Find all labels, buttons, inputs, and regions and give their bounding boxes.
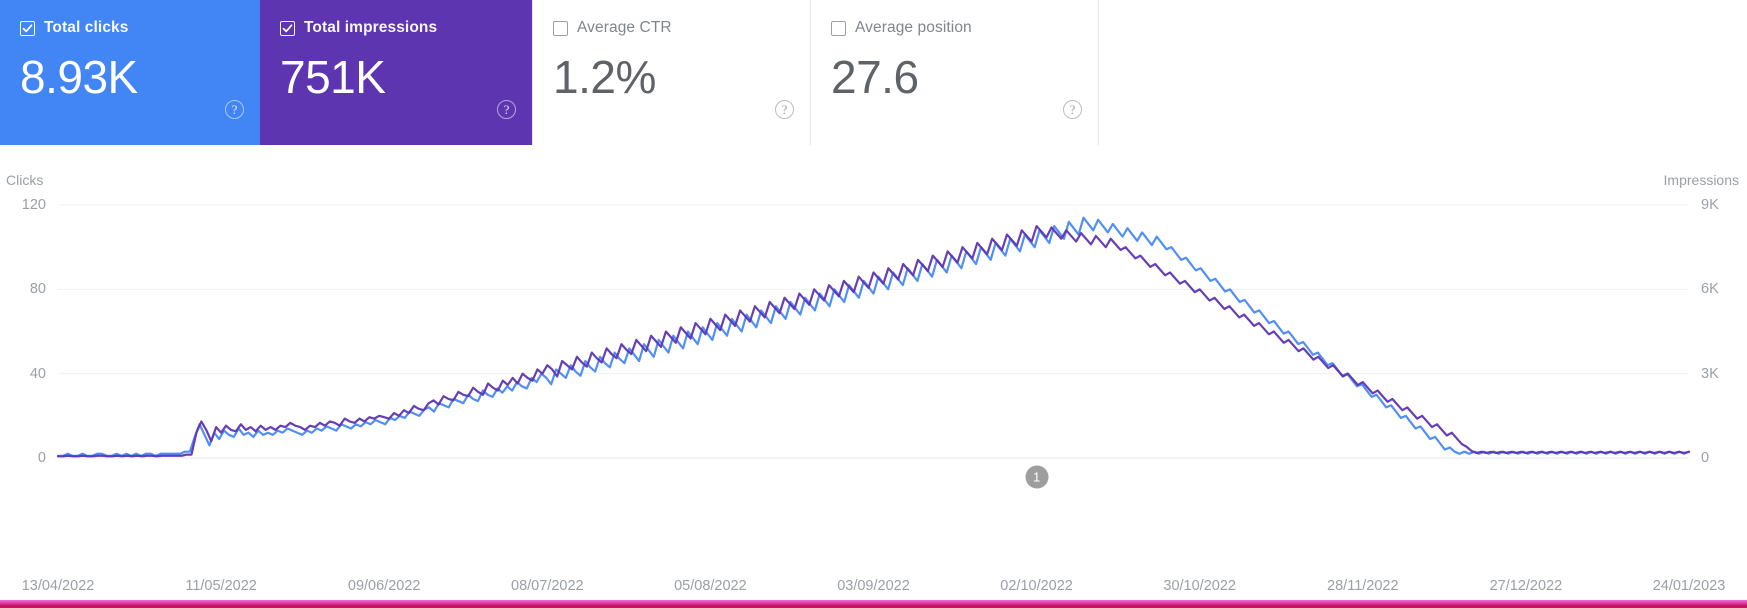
y-tick-label: 6K bbox=[1701, 281, 1719, 298]
metric-card-average-ctr[interactable]: Average CTR 1.2% ? bbox=[532, 0, 810, 145]
x-tick-label: 27/12/2022 bbox=[1489, 578, 1563, 594]
metric-label: Average CTR bbox=[577, 19, 672, 36]
help-icon[interactable]: ? bbox=[1063, 100, 1082, 119]
bottom-accent-bar bbox=[0, 600, 1747, 608]
x-tick-label: 03/09/2022 bbox=[837, 578, 910, 594]
x-tick-label: 13/04/2022 bbox=[21, 578, 95, 594]
y-tick-label: 80 bbox=[29, 281, 46, 298]
help-icon[interactable]: ? bbox=[775, 100, 794, 119]
checkbox-checked-icon[interactable] bbox=[20, 20, 35, 36]
checkbox-unchecked-icon[interactable] bbox=[553, 20, 568, 36]
y-tick-label: 120 bbox=[21, 197, 46, 213]
metric-card-header: Total clicks bbox=[20, 18, 240, 38]
x-tick-label: 08/07/2022 bbox=[511, 578, 584, 594]
search-performance-panel: Total clicks 8.93K ? Total impressions 7… bbox=[0, 0, 1747, 608]
metric-label: Average position bbox=[855, 19, 972, 36]
x-tick-label: 24/01/2023 bbox=[1652, 578, 1726, 594]
metric-cards-row: Total clicks 8.93K ? Total impressions 7… bbox=[0, 0, 1747, 145]
y-tick-label: 0 bbox=[37, 450, 46, 466]
x-tick-label: 09/06/2022 bbox=[347, 578, 421, 594]
metric-card-total-clicks[interactable]: Total clicks 8.93K ? bbox=[0, 0, 260, 145]
metric-card-header: Total impressions bbox=[280, 18, 512, 38]
x-tick-label: 28/11/2022 bbox=[1327, 578, 1399, 594]
x-tick-label: 02/10/2022 bbox=[1000, 578, 1073, 594]
y-tick-label: 40 bbox=[29, 365, 46, 382]
metric-card-average-position[interactable]: Average position 27.6 ? bbox=[810, 0, 1098, 145]
metric-card-header: Average CTR bbox=[553, 18, 790, 38]
metric-value: 751K bbox=[280, 51, 386, 103]
checkbox-unchecked-icon[interactable] bbox=[831, 20, 846, 36]
performance-chart[interactable]: Clicks Impressions 0 40 80 120 0 3K 6K 9K 13/0… bbox=[0, 145, 1747, 600]
x-tick-label: 30/10/2022 bbox=[1163, 578, 1236, 594]
help-icon[interactable]: ? bbox=[225, 100, 244, 119]
metric-card-total-impressions[interactable]: Total impressions 751K ? bbox=[260, 0, 532, 145]
y-tick-label: 3K bbox=[1701, 365, 1719, 382]
help-icon[interactable]: ? bbox=[497, 100, 516, 119]
checkbox-checked-icon[interactable] bbox=[280, 20, 295, 36]
y-tick-label: 9K bbox=[1701, 197, 1719, 213]
metric-cards-empty-space bbox=[1098, 0, 1747, 145]
chart-plot-area bbox=[56, 204, 1691, 459]
metric-value: 8.93K bbox=[20, 51, 138, 103]
x-tick-label: 05/08/2022 bbox=[674, 578, 747, 594]
metric-label: Total impressions bbox=[304, 19, 438, 36]
metric-value: 27.6 bbox=[831, 51, 919, 103]
metric-value: 1.2% bbox=[553, 51, 656, 103]
x-tick-label: 11/05/2022 bbox=[185, 578, 257, 594]
metric-label: Total clicks bbox=[44, 19, 129, 36]
annotation-marker[interactable]: 1 bbox=[1025, 465, 1049, 489]
y-tick-label: 0 bbox=[1701, 450, 1710, 466]
metric-card-header: Average position bbox=[831, 18, 1078, 38]
